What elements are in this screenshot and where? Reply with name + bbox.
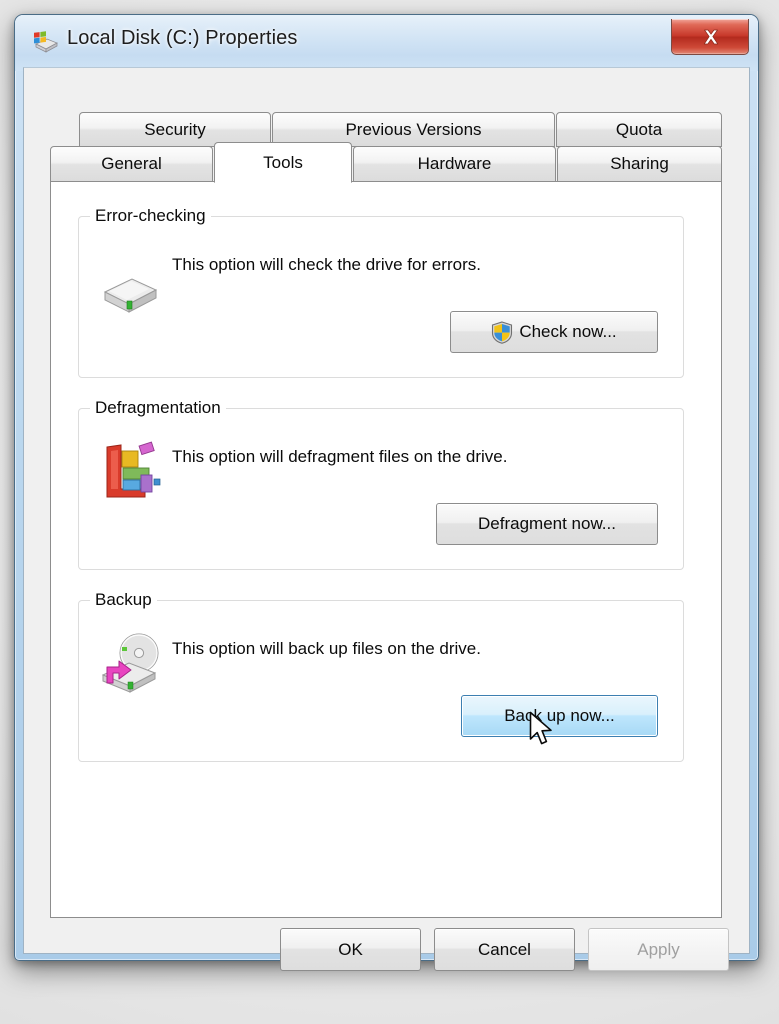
tab-label: Tools <box>263 152 303 172</box>
backup-disc-icon <box>97 631 167 698</box>
tab-label: Quota <box>615 119 663 139</box>
drive-properties-icon <box>32 31 58 55</box>
button-label: Check now... <box>519 322 617 341</box>
back-up-now-button[interactable]: Back up now... <box>461 695 658 737</box>
defragment-now-button[interactable]: Defragment now... <box>436 503 658 545</box>
tab-hardware[interactable]: Hardware <box>353 146 556 182</box>
group-backup: Backup This option will back up files on… <box>78 590 684 762</box>
dialog-footer: OK Cancel Apply <box>24 918 749 971</box>
button-label: Apply <box>637 939 680 959</box>
tab-quota[interactable]: Quota <box>556 112 722 147</box>
tab-label: General <box>101 154 162 173</box>
tab-label: Sharing <box>610 154 669 173</box>
group-legend-error-checking: Error-checking <box>90 206 211 226</box>
apply-button[interactable]: Apply <box>588 928 729 971</box>
tab-sharing[interactable]: Sharing <box>557 146 722 182</box>
tab-label: Hardware <box>417 154 492 173</box>
window-titlebar[interactable]: Local Disk (C:) Properties <box>15 15 758 71</box>
button-label: Cancel <box>478 939 531 959</box>
group-error-checking: Error-checking This option will check th… <box>78 206 684 378</box>
window-title: Local Disk (C:) Properties <box>67 27 298 49</box>
ok-button[interactable]: OK <box>280 928 421 971</box>
group-legend-backup: Backup <box>90 590 157 610</box>
tab-label: Security <box>144 119 206 139</box>
tab-general[interactable]: General <box>50 146 213 182</box>
cancel-button[interactable]: Cancel <box>434 928 575 971</box>
tab-strip: Security Previous Versions Quota General… <box>50 112 722 183</box>
group-legend-defragmentation: Defragmentation <box>90 398 226 418</box>
button-label: Defragment now... <box>478 514 616 533</box>
group-description-defragmentation: This option will defragment files on the… <box>172 447 508 466</box>
tab-label: Previous Versions <box>345 119 482 139</box>
properties-dialog-body: Security Previous Versions Quota General… <box>23 67 750 971</box>
hard-drive-icon <box>99 270 161 325</box>
group-description-error-checking: This option will check the drive for err… <box>172 255 481 274</box>
group-defragmentation: Defragmentation This option will defragm… <box>78 398 684 570</box>
tab-tools[interactable]: Tools <box>214 142 352 183</box>
uac-shield-icon <box>491 320 513 344</box>
check-now-button[interactable]: Check now... <box>450 311 658 353</box>
properties-window: Local Disk (C:) Properties Security Prev… <box>14 14 759 971</box>
tools-tab-panel: Error-checking This option will check th… <box>50 181 722 918</box>
defragment-icon <box>99 439 163 506</box>
close-button[interactable] <box>671 19 749 55</box>
button-label: Back up now... <box>504 706 615 725</box>
group-description-backup: This option will back up files on the dr… <box>172 639 481 658</box>
button-label: OK <box>338 939 363 959</box>
